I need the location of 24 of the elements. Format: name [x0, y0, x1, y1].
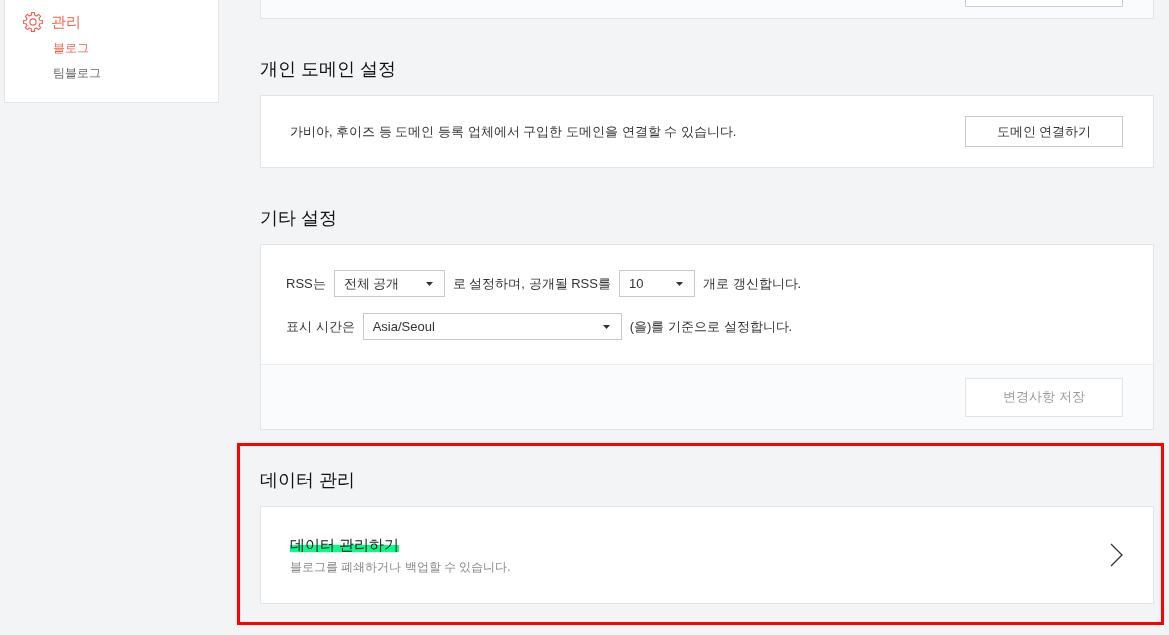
- link-title: 데이터 관리하기: [290, 535, 400, 554]
- connect-domain-button[interactable]: 도메인 연결하기: [965, 116, 1123, 147]
- caret-icon: [425, 281, 433, 286]
- section-heading: 개인 도메인 설정: [260, 58, 397, 81]
- setting-text: RSS는: [286, 274, 326, 293]
- setting-text: 로 설정하며, 공개될 RSS를: [452, 274, 611, 293]
- gear-icon: [23, 12, 43, 32]
- chevron-right-icon: [1110, 543, 1123, 567]
- sidebar-item[interactable]: 팀블로그: [53, 64, 101, 83]
- caret-icon: [602, 324, 610, 329]
- setting-text: 표시 시간은: [286, 317, 355, 336]
- data-management-link[interactable]: 데이터 관리하기 블로그를 폐쇄하거나 백업할 수 있습니다.: [260, 506, 1154, 604]
- link-description: 블로그를 폐쇄하거나 백업할 수 있습니다.: [290, 558, 511, 575]
- dropdown[interactable]: Asia/Seoul: [362, 313, 622, 340]
- setting-text: 개로 갱신합니다.: [702, 274, 802, 293]
- section-heading: 기타 설정: [260, 207, 338, 230]
- caret-icon: [675, 281, 683, 286]
- description-text: 가비아, 후이즈 등 도메인 등록 업체에서 구입한 도메인을 연결할 수 있습니다.: [290, 122, 737, 141]
- dropdown[interactable]: 전체 공개: [333, 270, 445, 297]
- dropdown[interactable]: 10: [618, 270, 695, 297]
- partial-button[interactable]: [965, 0, 1123, 7]
- setting-text: (을)를 기준으로 설정합니다.: [629, 317, 793, 336]
- section-heading: 데이터 관리: [260, 469, 356, 492]
- menu-heading: 관리: [51, 12, 81, 32]
